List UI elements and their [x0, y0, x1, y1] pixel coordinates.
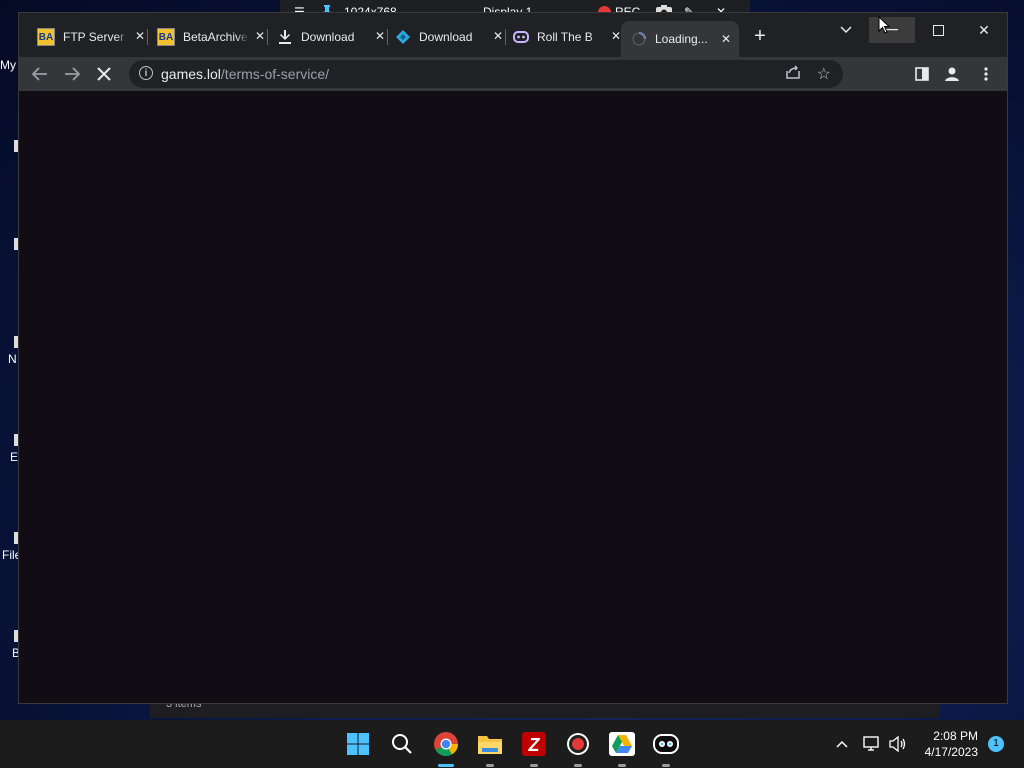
search-icon[interactable] — [388, 730, 416, 758]
maximize-button[interactable] — [915, 17, 961, 43]
tab-betaarchive[interactable]: BA BetaArchive ✕ — [155, 25, 273, 49]
tab-close-icon[interactable]: ✕ — [491, 29, 505, 43]
tab-title: Download — [301, 30, 355, 44]
betaarchive-icon: BA — [157, 28, 175, 46]
tab-download[interactable]: Download ✕ — [275, 25, 393, 49]
volume-icon[interactable] — [884, 730, 912, 758]
tab-close-icon[interactable]: ✕ — [373, 29, 387, 43]
url-text: games.lol/terms-of-service/ — [161, 66, 330, 82]
back-arrow-icon[interactable] — [29, 63, 51, 85]
bookmark-star-icon[interactable]: ☆ — [817, 64, 831, 84]
tab-close-icon[interactable]: ✕ — [253, 29, 267, 43]
tab-title: Loading... — [655, 32, 708, 46]
file-explorer-icon[interactable] — [476, 730, 504, 758]
tab-strip: BA FTP Server ✕ BA BetaArchive ✕ Downloa… — [19, 13, 1007, 57]
google-drive-icon[interactable] — [608, 730, 636, 758]
stop-loading-icon[interactable] — [93, 63, 115, 85]
browser-toolbar: i games.lol/terms-of-service/ ☆ — [19, 57, 1007, 91]
desktop-label-n: N — [8, 352, 17, 366]
new-tab-button[interactable]: + — [751, 26, 769, 46]
desktop-label-my: My — [0, 58, 16, 72]
side-panel-icon[interactable] — [911, 63, 933, 85]
network-icon[interactable] — [858, 730, 886, 758]
download-icon — [277, 29, 293, 45]
kebab-menu-icon[interactable] — [975, 63, 997, 85]
tab-download-2[interactable]: Download ✕ — [393, 25, 511, 49]
clock[interactable]: 2:08 PM 4/17/2023 — [925, 728, 978, 760]
close-window-button[interactable]: ✕ — [961, 17, 1007, 43]
tab-title: BetaArchive — [183, 30, 248, 44]
filezilla-icon[interactable]: Z — [520, 730, 548, 758]
tab-search-chevron-icon[interactable] — [823, 17, 869, 43]
mouse-cursor-icon — [878, 16, 890, 34]
tab-ftp-server[interactable]: BA FTP Server ✕ — [35, 25, 153, 49]
chrome-icon[interactable] — [432, 730, 460, 758]
tab-close-icon[interactable]: ✕ — [133, 29, 147, 43]
diamond-logo-icon — [395, 29, 411, 45]
tab-title: Download — [419, 30, 473, 44]
loading-spinner-icon — [631, 31, 647, 47]
betaarchive-icon: BA — [37, 28, 55, 46]
game-app-icon[interactable] — [652, 730, 680, 758]
profile-icon[interactable] — [941, 63, 963, 85]
address-bar[interactable]: i games.lol/terms-of-service/ ☆ — [129, 60, 843, 88]
forward-arrow-icon[interactable] — [61, 63, 83, 85]
chevron-up-icon[interactable] — [828, 730, 856, 758]
site-info-icon[interactable]: i — [139, 66, 153, 80]
tab-roll-the-b[interactable]: Roll The B ✕ — [511, 25, 629, 49]
taskbar: Z 2:08 PM 4/17/2023 1 — [0, 720, 1024, 768]
page-content[interactable] — [19, 91, 1007, 703]
tab-loading[interactable]: Loading... ✕ — [621, 21, 739, 57]
tab-title: FTP Server — [63, 30, 125, 44]
browser-window: BA FTP Server ✕ BA BetaArchive ✕ Downloa… — [18, 12, 1008, 704]
discord-like-icon — [513, 29, 529, 45]
tab-title: Roll The B — [537, 30, 593, 44]
desktop-label-e: E — [10, 450, 19, 464]
clock-date: 4/17/2023 — [924, 745, 978, 759]
clock-time: 2:08 PM — [933, 729, 978, 743]
tab-close-icon[interactable]: ✕ — [719, 32, 733, 46]
recorder-icon[interactable] — [564, 730, 592, 758]
minimize-button[interactable] — [869, 17, 915, 43]
share-icon[interactable] — [785, 65, 801, 82]
svg-text:Z: Z — [528, 735, 541, 755]
notification-badge[interactable]: 1 — [988, 736, 1004, 752]
windows-start-icon[interactable] — [344, 730, 372, 758]
